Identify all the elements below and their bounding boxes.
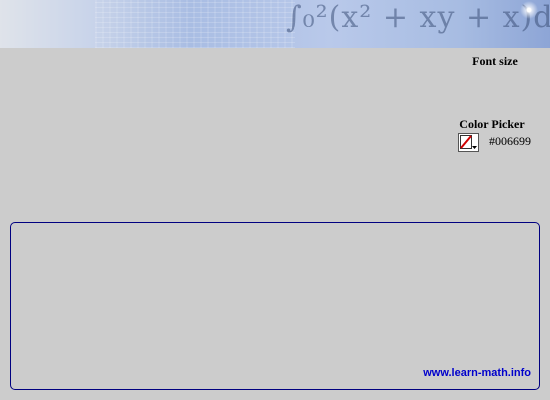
color-value-text: #006699 — [489, 134, 531, 148]
color-picker-label: Color Picker — [459, 117, 525, 131]
banner-texture — [95, 0, 295, 48]
banner-formula: ∫₀²(x² + xy + x)dx — [286, 0, 550, 35]
pen-dropdown-icon — [460, 135, 477, 149]
sparkle-icon — [519, 0, 539, 20]
site-link[interactable]: www.learn-math.info — [423, 367, 531, 379]
color-picker-button[interactable] — [458, 133, 479, 152]
font-size-label: Font size — [472, 54, 518, 68]
header-banner: ∫₀²(x² + xy + x)dx — [0, 0, 550, 48]
content-panel: www.learn-math.info — [10, 222, 540, 390]
